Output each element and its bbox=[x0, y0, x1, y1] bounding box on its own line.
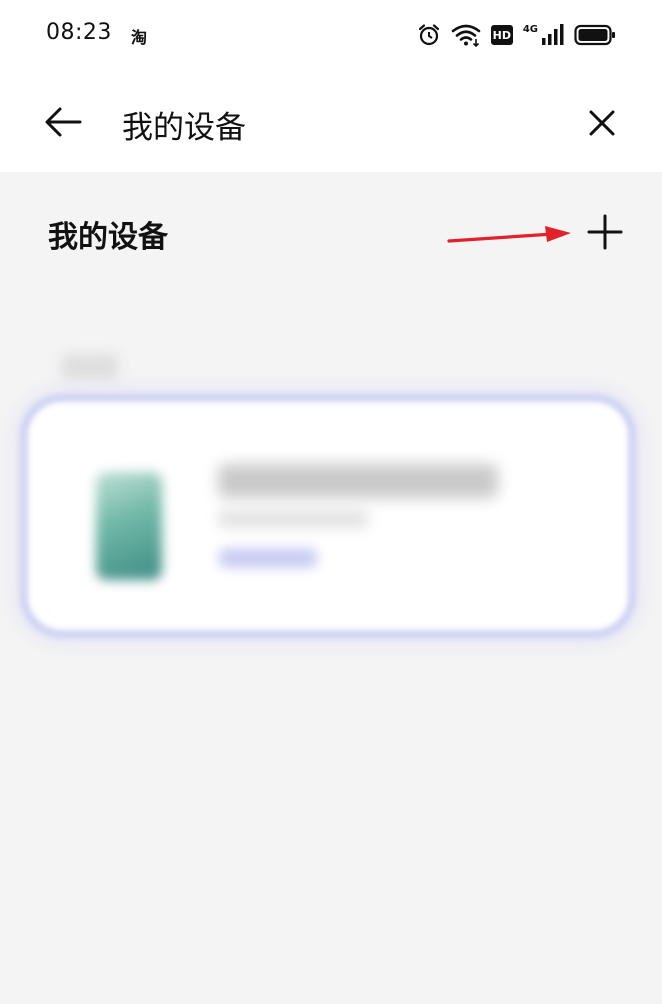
device-subtitle bbox=[218, 510, 368, 528]
hd-badge: HD bbox=[490, 25, 513, 45]
title-bar: 我的设备 bbox=[0, 70, 662, 172]
wifi-icon bbox=[451, 24, 481, 47]
status-time: 08:23 bbox=[46, 20, 112, 45]
section-title: 我的设备 bbox=[48, 220, 168, 255]
arrow-left-icon bbox=[45, 107, 82, 137]
back-button[interactable] bbox=[40, 102, 86, 142]
annotation-arrow bbox=[447, 226, 571, 243]
device-group-label bbox=[62, 354, 118, 380]
app-screen: 08:23 淘 HD 4G 我的设备 我的设备 bbox=[0, 0, 662, 1004]
add-device-button[interactable] bbox=[583, 210, 627, 254]
device-status-tag bbox=[218, 548, 318, 568]
taobao-notification-icon: 淘 bbox=[131, 28, 148, 47]
page-title: 我的设备 bbox=[122, 110, 246, 146]
plus-icon bbox=[587, 214, 623, 250]
close-button[interactable] bbox=[582, 103, 622, 143]
signal-icon bbox=[542, 24, 564, 45]
network-type-label: 4G bbox=[522, 23, 538, 35]
close-icon bbox=[589, 110, 615, 136]
device-name bbox=[218, 464, 498, 498]
device-card[interactable] bbox=[28, 402, 628, 630]
status-bar: 08:23 淘 HD 4G bbox=[0, 0, 662, 70]
battery-icon bbox=[574, 24, 615, 46]
status-icons: HD 4G bbox=[417, 20, 616, 50]
device-image bbox=[96, 472, 162, 580]
alarm-icon bbox=[418, 24, 439, 46]
